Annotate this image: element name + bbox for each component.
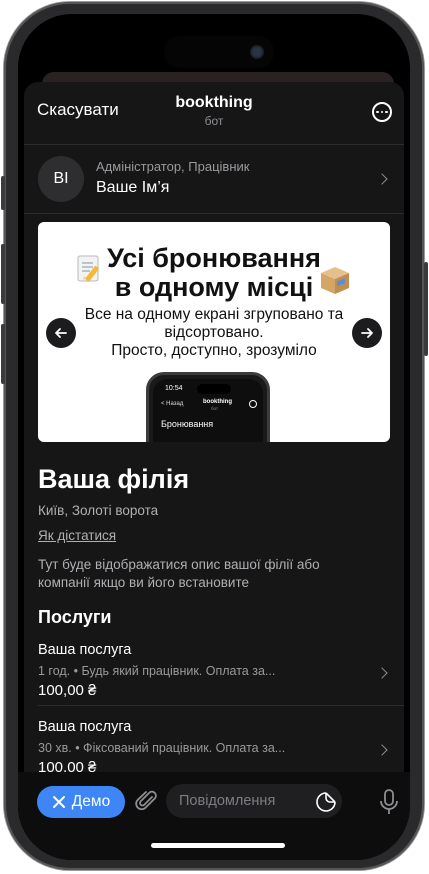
profile-row[interactable]: ВІ Адміністратор, Працівник Ваше Ім’я bbox=[24, 145, 404, 213]
arrow-right-icon bbox=[361, 328, 373, 338]
nav-bar: Скасувати bookthing бот bbox=[24, 82, 404, 144]
divider bbox=[24, 213, 404, 214]
chevron-right-icon bbox=[376, 173, 388, 185]
package-icon bbox=[321, 267, 349, 294]
mockup-more-icon bbox=[249, 400, 257, 408]
service-name: Ваша послуга bbox=[38, 719, 132, 735]
bot-name: bookthing bbox=[175, 94, 253, 111]
volume-down-button bbox=[1, 324, 5, 384]
carousel-next-button[interactable] bbox=[352, 318, 382, 348]
phone-frame: Скасувати bookthing бот ВІ Адміністратор… bbox=[4, 2, 424, 870]
directions-link[interactable]: Як дістатися bbox=[38, 528, 116, 543]
home-indicator[interactable] bbox=[151, 843, 285, 848]
service-price: 100,00 ₴ bbox=[38, 682, 97, 699]
bot-subtitle: бот bbox=[204, 114, 224, 128]
banner-text: Все на одному екрані згруповано та відсо… bbox=[84, 306, 344, 359]
mockup-time: 10:54 bbox=[165, 385, 183, 392]
dynamic-island bbox=[164, 36, 274, 68]
branch-description: Тут буде відображатися опис вашої філії … bbox=[38, 557, 320, 590]
volume-up-button bbox=[1, 244, 5, 304]
nav-title: bookthing бот bbox=[24, 94, 404, 128]
services-title: Послуги bbox=[38, 607, 112, 627]
mockup-brand: bookthing bbox=[203, 399, 232, 405]
sticker-icon[interactable] bbox=[315, 791, 337, 813]
close-icon bbox=[52, 796, 65, 808]
service-meta: 30 хв. • Фіксований працівник. Оплата за… bbox=[38, 741, 286, 755]
branch-title: Ваша філія bbox=[38, 464, 190, 494]
demo-label: Демо bbox=[71, 793, 111, 810]
mockup-heading: Бронювання bbox=[161, 419, 214, 429]
demo-button[interactable]: Демо bbox=[37, 786, 125, 818]
mockup-brand-sub: бот bbox=[211, 406, 219, 411]
divider bbox=[38, 705, 404, 706]
mini-app-sheet: Скасувати bookthing бот ВІ Адміністратор… bbox=[24, 82, 404, 860]
arrow-left-icon bbox=[55, 328, 67, 338]
service-meta: 1 год. • Будь який працівник. Оплата за.… bbox=[38, 664, 276, 678]
carousel-prev-button[interactable] bbox=[46, 318, 76, 348]
chevron-right-icon bbox=[376, 744, 388, 756]
service-name: Ваша послуга bbox=[38, 642, 132, 658]
promo-carousel: Усі бронювання в одному місці Все на одн… bbox=[38, 222, 390, 442]
chevron-right-icon bbox=[376, 667, 388, 679]
camera-icon bbox=[250, 45, 264, 59]
microphone-icon[interactable] bbox=[378, 788, 400, 816]
phone-mockup: 10:54 < Назад bookthing бот Бронювання bbox=[146, 372, 270, 442]
action-button bbox=[1, 176, 5, 210]
mockup-back: < Назад bbox=[161, 401, 184, 407]
power-button bbox=[424, 262, 428, 356]
branch-address: Київ, Золоті ворота bbox=[38, 503, 159, 518]
avatar: ВІ bbox=[38, 156, 84, 202]
profile-role: Адміністратор, Працівник bbox=[96, 159, 250, 174]
more-circle-icon[interactable] bbox=[372, 102, 392, 122]
paperclip-icon[interactable] bbox=[134, 788, 160, 814]
service-item[interactable]: Ваша послуга 1 год. • Будь який працівни… bbox=[24, 638, 404, 714]
profile-name: Ваше Ім’я bbox=[96, 179, 170, 196]
screen: Скасувати bookthing бот ВІ Адміністратор… bbox=[18, 14, 410, 860]
